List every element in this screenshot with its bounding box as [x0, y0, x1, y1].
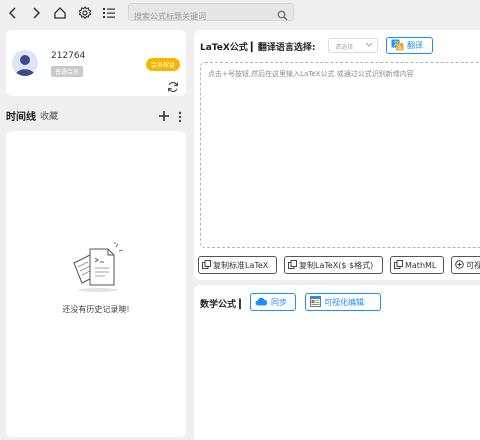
- back-icon[interactable]: [5, 5, 21, 21]
- home-icon[interactable]: [52, 5, 68, 21]
- history-panel: 还没有历史记录噢!: [6, 131, 186, 437]
- math-label: 数学公式 ▎: [200, 300, 247, 310]
- latex-editor: [200, 62, 480, 248]
- copy-mathml-label: MathML: [405, 260, 437, 270]
- translate-icon: 文A: [391, 39, 404, 53]
- visual-edit-button[interactable]: 可视化编辑: [305, 293, 381, 311]
- copy-dollar-latex-button[interactable]: 复制LaTeX($ $格式): [284, 256, 383, 274]
- copy-standard-latex-label: 复制标准LaTeX: [213, 260, 269, 270]
- translate-button[interactable]: 文A 翻译: [386, 37, 433, 54]
- cloud-icon: [255, 297, 268, 308]
- plus-circle-icon: [455, 259, 464, 271]
- user-id: 212764: [51, 51, 86, 61]
- translate-label: 翻译: [407, 41, 423, 50]
- user-card: 212764 普通会员 会员权益: [6, 30, 186, 96]
- search-input[interactable]: [129, 8, 274, 25]
- empty-documents-icon: [68, 241, 128, 300]
- search-icon[interactable]: [277, 6, 288, 25]
- search-box: [128, 3, 294, 25]
- more-icon[interactable]: [178, 108, 182, 127]
- timeline-tab[interactable]: 时间线: [6, 108, 36, 123]
- visual-copy-button[interactable]: 可视: [451, 256, 480, 274]
- member-level-badge: 普通会员: [51, 66, 84, 77]
- copy-icon: [394, 259, 403, 271]
- math-panel: 数学公式 ▎ 同步 可视化编辑: [194, 285, 480, 440]
- top-toolbar: [0, 0, 480, 26]
- language-select-value: 请选择: [335, 44, 354, 51]
- language-select[interactable]: 请选择: [328, 38, 378, 53]
- settings-icon[interactable]: [77, 5, 93, 21]
- list-icon[interactable]: [101, 5, 117, 21]
- latex-input[interactable]: [206, 67, 480, 241]
- sync-button[interactable]: 同步: [250, 293, 296, 311]
- copy-standard-latex-button[interactable]: 复制标准LaTeX: [198, 256, 277, 274]
- forward-icon[interactable]: [28, 5, 44, 21]
- favorites-tab[interactable]: 收藏: [40, 109, 58, 122]
- copy-icon: [202, 259, 211, 271]
- empty-history-text: 还没有历史记录噢!: [62, 305, 130, 314]
- visual-edit-icon: [310, 295, 321, 309]
- timeline-header: 时间线 收藏: [6, 107, 186, 123]
- refresh-icon[interactable]: [167, 78, 179, 97]
- vip-benefits-button[interactable]: 会员权益: [146, 58, 181, 71]
- copy-icon: [288, 259, 297, 271]
- chevron-down-icon: [365, 42, 373, 50]
- latex-label: LaTeX公式 ▎翻译语言选择:: [200, 43, 316, 53]
- visual-copy-label: 可视: [466, 260, 480, 270]
- avatar[interactable]: [12, 50, 38, 76]
- visual-edit-label: 可视化编辑: [324, 297, 364, 307]
- copy-mathml-button[interactable]: MathML: [390, 256, 444, 274]
- copy-dollar-latex-label: 复制LaTeX($ $格式): [299, 260, 374, 270]
- latex-panel: LaTeX公式 ▎翻译语言选择: 请选择 文A 翻译 复制标准LaTeX 复制L…: [194, 30, 480, 280]
- add-icon[interactable]: [158, 107, 170, 126]
- sync-label: 同步: [271, 297, 287, 307]
